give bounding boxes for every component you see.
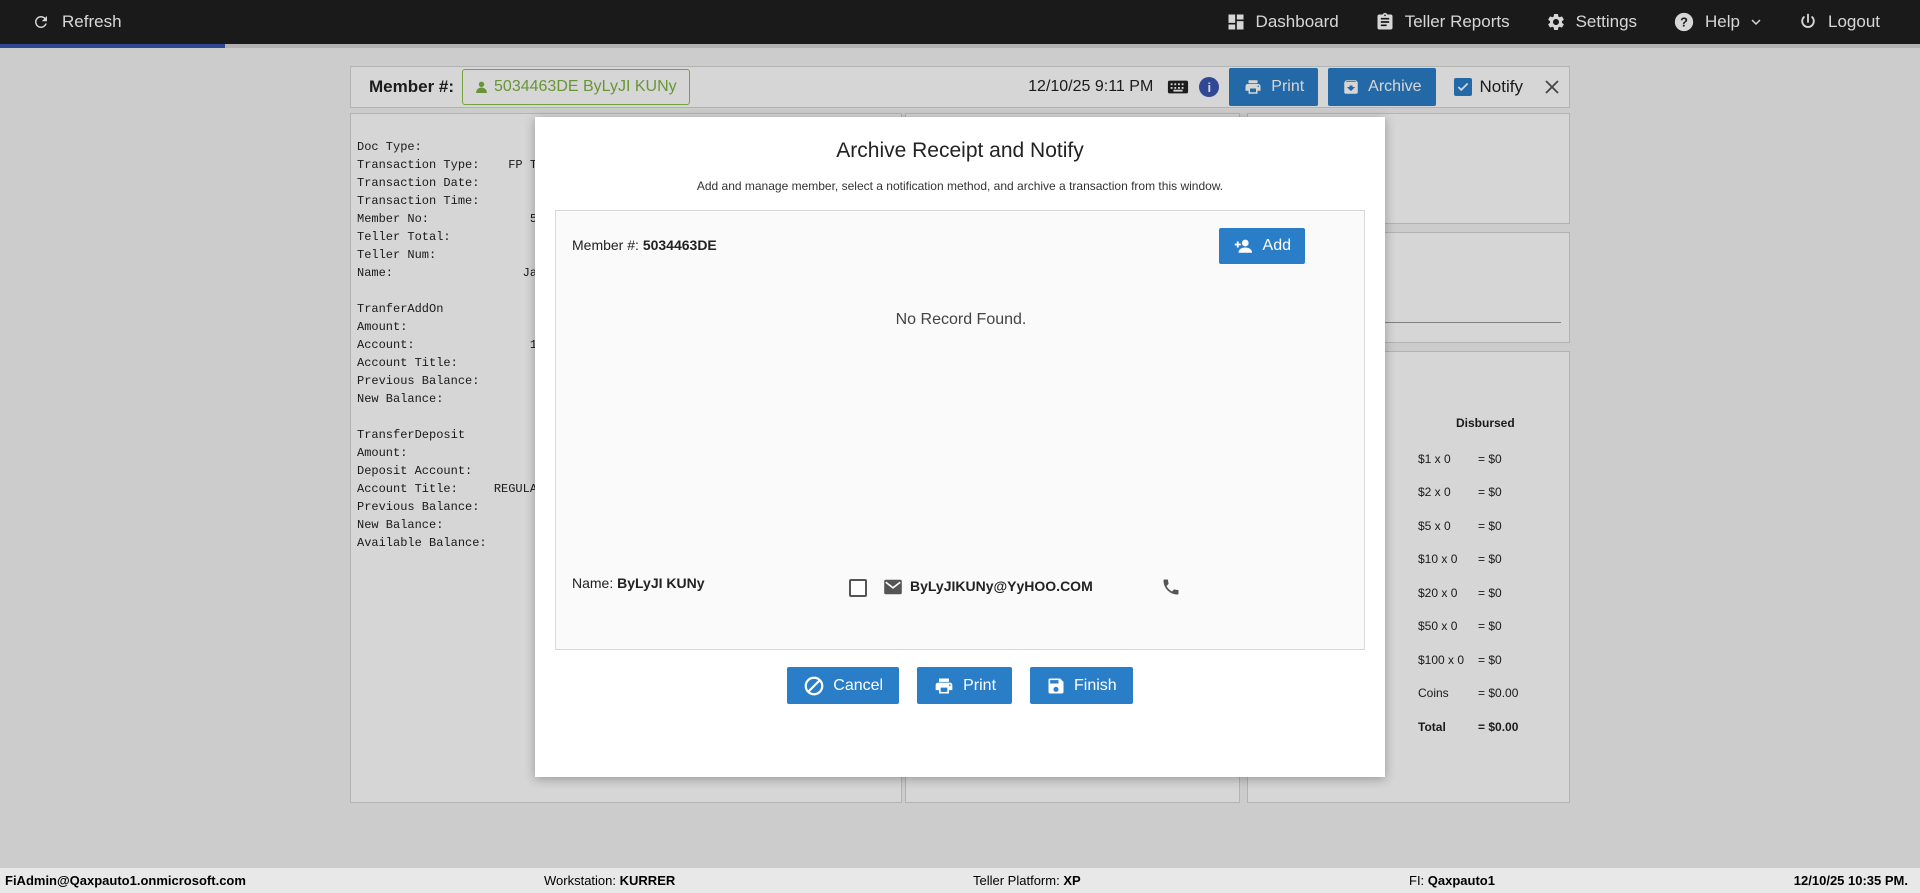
- mail-icon: [884, 579, 902, 595]
- cancel-icon: [804, 676, 824, 695]
- status-bar: FiAdmin@Qaxpauto1.onmicrosoft.com Workst…: [0, 868, 1920, 893]
- add-person-icon: [1234, 239, 1253, 253]
- cancel-label: Cancel: [833, 676, 884, 694]
- add-member-button[interactable]: Add: [1219, 228, 1305, 264]
- dialog-member-number: Member #: 5034463DE: [572, 237, 717, 253]
- dialog-print-button[interactable]: Print: [917, 667, 1013, 704]
- platform-value: XP: [1063, 873, 1081, 888]
- recipient-name: Name: ByLyJI KUNy: [572, 575, 705, 591]
- printer-icon: [935, 678, 953, 693]
- email-address: ByLyJIKUNy@YyHOO.COM: [910, 578, 1093, 594]
- status-datetime: 12/10/25 10:35 PM.: [1793, 873, 1908, 888]
- workstation-value: KURRER: [619, 873, 676, 888]
- finish-button[interactable]: Finish: [1030, 667, 1133, 704]
- fi-value: Qaxpauto1: [1427, 873, 1495, 888]
- status-user: FiAdmin@Qaxpauto1.onmicrosoft.com: [5, 873, 246, 888]
- dialog-title: Archive Receipt and Notify: [836, 139, 1084, 162]
- phone-icon[interactable]: [1161, 577, 1181, 597]
- member-notify-panel: Member #: 5034463DE Add No Record Found.…: [555, 210, 1365, 650]
- dialog-print-label: Print: [963, 676, 997, 694]
- workstation-label: Workstation:: [544, 873, 617, 888]
- status-fi: FI: Qaxpauto1: [1409, 873, 1495, 888]
- no-record-message: No Record Found.: [895, 311, 1027, 328]
- cancel-button[interactable]: Cancel: [787, 667, 900, 704]
- status-workstation: Workstation: KURRER: [544, 873, 675, 888]
- fi-label: FI:: [1409, 873, 1425, 888]
- finish-label: Finish: [1074, 676, 1117, 694]
- dialog-member-value: 5034463DE: [642, 237, 717, 253]
- dialog-actions: Cancel Print Finish: [535, 667, 1385, 704]
- add-label: Add: [1262, 237, 1291, 254]
- status-platform: Teller Platform: XP: [973, 873, 1081, 888]
- dialog-subtitle: Add and manage member, select a notifica…: [696, 179, 1224, 193]
- platform-label: Teller Platform:: [973, 873, 1060, 888]
- save-icon: [1048, 678, 1064, 693]
- email-notify-checkbox[interactable]: [849, 579, 867, 597]
- name-label: Name:: [572, 575, 614, 591]
- dialog-member-label: Member #:: [572, 237, 639, 253]
- archive-notify-dialog: Archive Receipt and Notify Add and manag…: [535, 117, 1385, 777]
- name-value: ByLyJI KUNy: [617, 575, 705, 591]
